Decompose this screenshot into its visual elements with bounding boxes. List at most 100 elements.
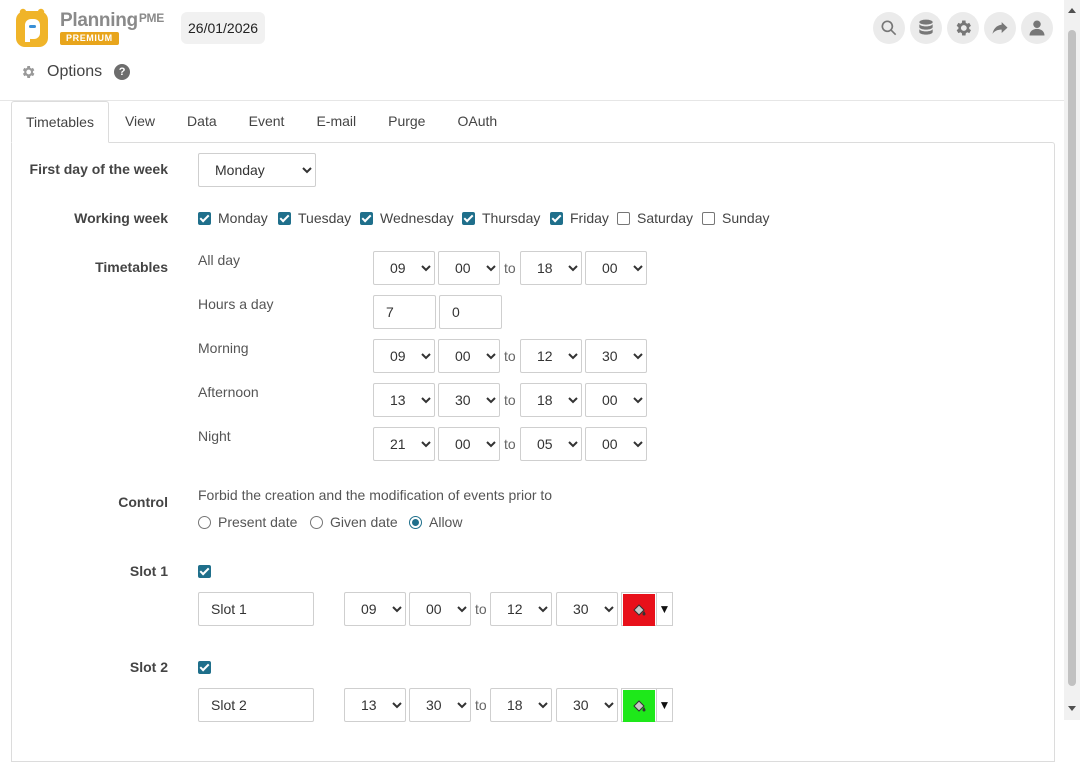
slot-1-color-picker[interactable]: ▼ [621, 592, 673, 626]
morning-label: Morning [198, 340, 249, 356]
slot-1-end-hour[interactable]: 12 [490, 592, 552, 626]
checkbox[interactable] [198, 661, 211, 674]
database-button[interactable] [910, 12, 942, 44]
day-wednesday-checkbox[interactable]: Wednesday [360, 210, 454, 226]
scroll-down-arrow-icon[interactable] [1068, 706, 1076, 711]
first-day-label: First day of the week [29, 161, 168, 177]
slot-1-start-hour[interactable]: 09 [344, 592, 406, 626]
night-label: Night [198, 428, 231, 444]
search-button[interactable] [873, 12, 905, 44]
to-label: to [504, 436, 516, 452]
planningpme-logo[interactable] [12, 7, 52, 49]
radio-given-date[interactable]: Given date [310, 514, 398, 530]
current-date[interactable]: 26/01/2026 [181, 12, 266, 44]
afternoon-start-hour[interactable]: 13 [373, 383, 435, 417]
gear-icon [22, 66, 35, 78]
chevron-down-icon[interactable]: ▼ [657, 592, 673, 626]
to-label: to [504, 348, 516, 364]
all-day-start-hour[interactable]: 09 [373, 251, 435, 285]
scroll-up-arrow-icon[interactable] [1068, 8, 1076, 13]
scroll-thumb[interactable] [1068, 30, 1076, 686]
slot-1-name-input[interactable] [198, 592, 314, 626]
search-icon [881, 20, 897, 36]
slot-1-enabled-checkbox[interactable] [198, 565, 218, 578]
checkbox[interactable] [550, 211, 563, 225]
tab-oauth[interactable]: OAuth [441, 101, 513, 143]
afternoon-end-hour[interactable]: 18 [520, 383, 582, 417]
day-saturday-checkbox[interactable]: Saturday [617, 210, 693, 226]
tab-event[interactable]: Event [233, 101, 301, 143]
afternoon-end-minute[interactable]: 00 [585, 383, 647, 417]
slot-2-end-hour[interactable]: 18 [490, 688, 552, 722]
checkbox[interactable] [198, 565, 211, 578]
checkbox[interactable] [702, 211, 715, 225]
working-week-label: Working week [74, 210, 168, 226]
hours-a-day-minutes-input[interactable] [439, 295, 502, 329]
slot-2-name-input[interactable] [198, 688, 314, 722]
radio-allow[interactable]: Allow [409, 514, 462, 530]
tab-purge[interactable]: Purge [372, 101, 441, 143]
to-label: to [504, 392, 516, 408]
night-start-minute[interactable]: 00 [438, 427, 500, 461]
slot-2-end-minute[interactable]: 30 [556, 688, 618, 722]
hours-a-day-hours-input[interactable] [373, 295, 436, 329]
vertical-scrollbar[interactable] [1064, 0, 1080, 720]
slot-2-start-hour[interactable]: 13 [344, 688, 406, 722]
paint-bucket-icon [633, 604, 646, 616]
checkbox[interactable] [198, 211, 211, 225]
tab-timetables[interactable]: Timetables [11, 101, 109, 143]
slot-2-start-minute[interactable]: 30 [409, 688, 471, 722]
night-end-minute[interactable]: 00 [585, 427, 647, 461]
checkbox[interactable] [278, 211, 291, 225]
afternoon-start-minute[interactable]: 30 [438, 383, 500, 417]
gear-icon [956, 20, 971, 36]
all-day-end-hour[interactable]: 18 [520, 251, 582, 285]
slot-2-color-picker[interactable]: ▼ [621, 688, 673, 722]
paint-bucket-icon [633, 700, 646, 712]
day-tuesday-checkbox[interactable]: Tuesday [278, 210, 351, 226]
to-label: to [504, 260, 516, 276]
color-swatch[interactable] [623, 690, 655, 722]
morning-start-hour[interactable]: 09 [373, 339, 435, 373]
tab-data[interactable]: Data [171, 101, 233, 143]
settings-button[interactable] [947, 12, 979, 44]
radio-button[interactable] [310, 515, 323, 529]
checkbox[interactable] [360, 211, 373, 225]
checkbox[interactable] [462, 211, 475, 225]
slot-1-start-minute[interactable]: 00 [409, 592, 471, 626]
options-tabs: Timetables View Data Event E-mail Purge … [11, 101, 513, 143]
radio-present-date[interactable]: Present date [198, 514, 297, 530]
radio-button[interactable] [198, 515, 211, 529]
night-start-hour[interactable]: 21 [373, 427, 435, 461]
user-icon [1029, 20, 1045, 36]
all-day-label: All day [198, 252, 241, 268]
day-sunday-checkbox[interactable]: Sunday [702, 210, 769, 226]
options-heading: Options ? [20, 60, 131, 84]
radio-button[interactable] [409, 515, 422, 529]
day-monday-checkbox[interactable]: Monday [198, 210, 268, 226]
day-friday-checkbox[interactable]: Friday [550, 210, 609, 226]
all-day-start-minute[interactable]: 00 [438, 251, 500, 285]
help-icon[interactable]: ? [114, 64, 131, 80]
day-thursday-checkbox[interactable]: Thursday [462, 210, 540, 226]
control-description: Forbid the creation and the modification… [198, 487, 553, 503]
morning-start-minute[interactable]: 00 [438, 339, 500, 373]
slot-1-end-minute[interactable]: 30 [556, 592, 618, 626]
share-button[interactable] [984, 12, 1016, 44]
night-end-hour[interactable]: 05 [520, 427, 582, 461]
timetables-label: Timetables [95, 259, 168, 275]
checkbox[interactable] [617, 211, 630, 225]
color-swatch[interactable] [623, 594, 655, 626]
morning-end-minute[interactable]: 30 [585, 339, 647, 373]
morning-end-hour[interactable]: 12 [520, 339, 582, 373]
tab-view[interactable]: View [109, 101, 171, 143]
slot-1-label: Slot 1 [129, 563, 168, 579]
chevron-down-icon[interactable]: ▼ [657, 688, 673, 722]
tab-email[interactable]: E-mail [300, 101, 372, 143]
slot-2-enabled-checkbox[interactable] [198, 661, 218, 674]
database-icon [919, 19, 933, 35]
share-icon [992, 22, 1008, 34]
all-day-end-minute[interactable]: 00 [585, 251, 647, 285]
first-day-select[interactable]: Monday [198, 153, 316, 187]
user-button[interactable] [1021, 12, 1053, 44]
